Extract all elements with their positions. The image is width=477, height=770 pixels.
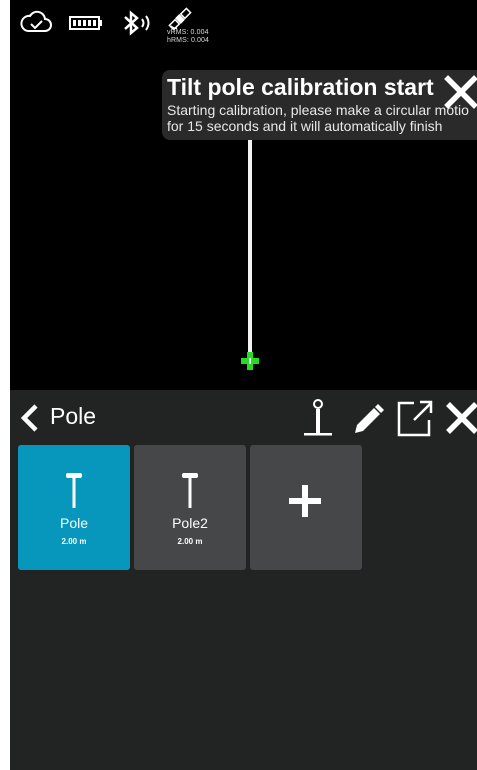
toast-message-line-1: Starting calibration, please make a circ… <box>167 102 469 118</box>
cloud-check-icon[interactable] <box>20 10 52 34</box>
hrms-text: hRMS: 0.004 <box>167 36 209 44</box>
close-icon[interactable] <box>442 73 477 111</box>
pole-name: Pole <box>59 515 89 531</box>
toast-message: Starting calibration, please make a circ… <box>167 102 477 134</box>
pole-tile-pole[interactable]: Pole 2.00 m <box>18 445 130 570</box>
toast-message-line-2: for 15 seconds and it will automatically… <box>167 118 443 134</box>
toast-title: Tilt pole calibration start <box>167 74 434 100</box>
panel-header: Pole <box>10 390 477 444</box>
bluetooth-icon[interactable] <box>121 10 157 36</box>
pole-height: 2.00 m <box>177 537 203 546</box>
export-icon[interactable] <box>396 398 434 438</box>
pole-panel: Pole Pole 2.00 m Pole2 2.00 m <box>10 390 477 770</box>
pole-icon <box>182 473 198 508</box>
app-screen: vRMS: 0.004 hRMS: 0.004 Tilt pole calibr… <box>10 0 477 770</box>
add-pole-button[interactable] <box>250 445 362 570</box>
position-marker-icon <box>241 352 259 370</box>
pole-line <box>248 140 252 358</box>
pole-tile-pole2[interactable]: Pole2 2.00 m <box>134 445 246 570</box>
back-button[interactable] <box>16 403 46 433</box>
plus-icon <box>289 485 321 517</box>
status-bar: vRMS: 0.004 hRMS: 0.004 <box>10 0 477 48</box>
rms-readout: vRMS: 0.004 hRMS: 0.004 <box>167 29 209 44</box>
battery-icon[interactable] <box>69 16 103 30</box>
panel-title: Pole <box>50 403 97 429</box>
vrms-text: vRMS: 0.004 <box>167 29 209 36</box>
calibration-toast: Tilt pole calibration start Starting cal… <box>162 70 477 140</box>
pole-height: 2.00 m <box>61 537 87 546</box>
close-panel-button[interactable] <box>444 398 477 438</box>
pole-name: Pole2 <box>172 515 208 531</box>
edit-icon[interactable] <box>350 398 384 438</box>
pole-icon <box>66 473 82 508</box>
pole-icon[interactable] <box>300 398 336 438</box>
